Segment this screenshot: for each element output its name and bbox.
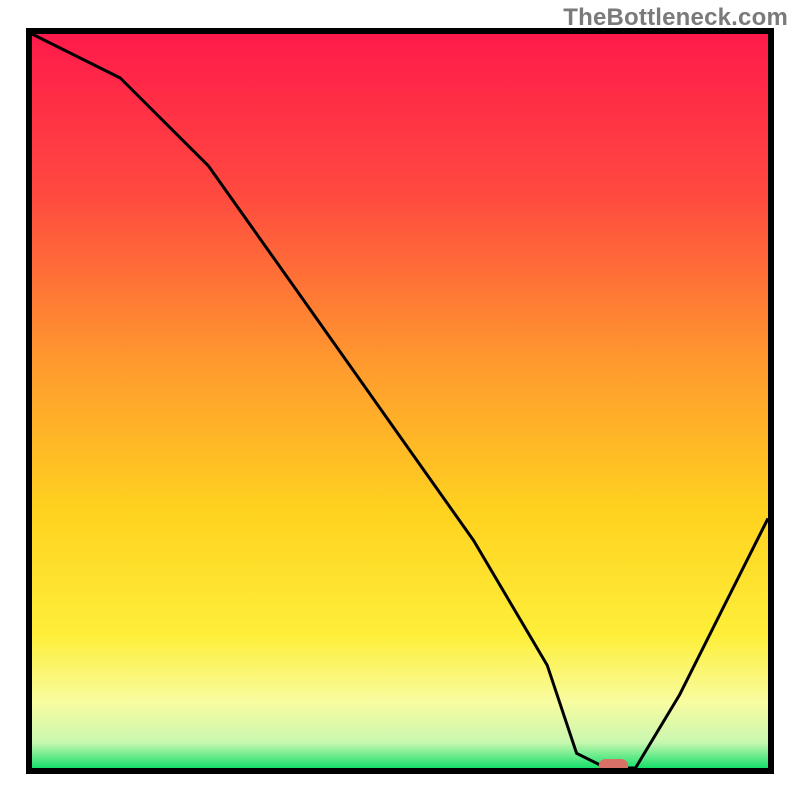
chart-container: TheBottleneck.com (0, 0, 800, 800)
watermark-label: TheBottleneck.com (563, 4, 788, 32)
gradient-background (32, 34, 768, 768)
bottleneck-chart (0, 0, 800, 800)
